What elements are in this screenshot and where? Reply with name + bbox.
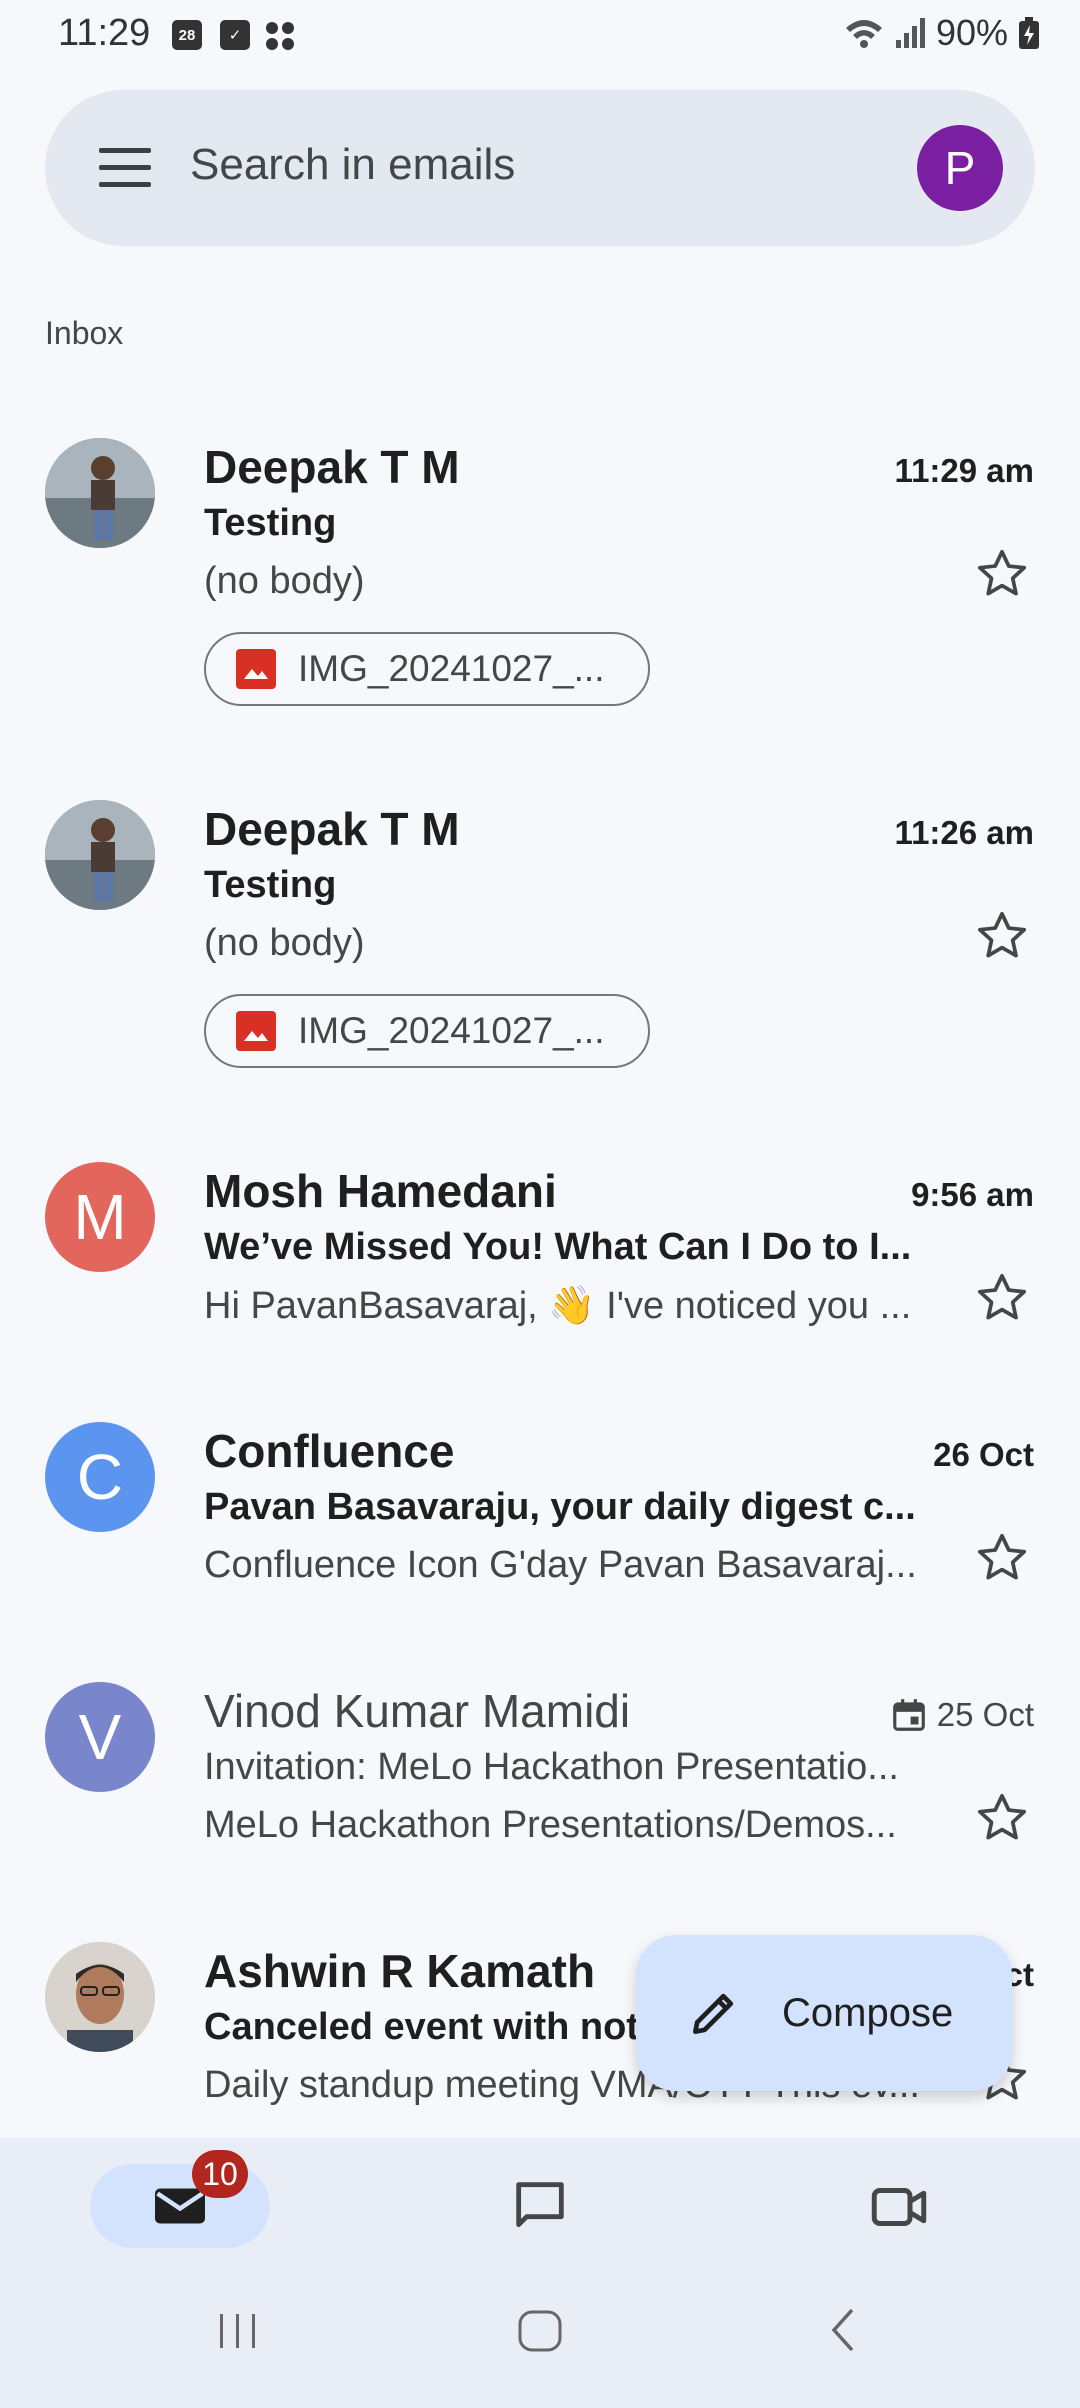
status-time: 11:29 [58, 12, 151, 54]
calendar-event-icon [893, 1699, 925, 1731]
sender-avatar: C [45, 1422, 155, 1532]
search-input[interactable]: Search in emails [190, 140, 515, 190]
account-avatar[interactable]: P [917, 125, 1003, 211]
sender-avatar: M [45, 1162, 155, 1272]
signal-icon [895, 18, 925, 48]
folder-label: Inbox [45, 315, 124, 351]
compose-button[interactable]: Compose [636, 1935, 1012, 2091]
status-right: 90% [844, 12, 1040, 54]
sender-name: Deepak T M [204, 803, 460, 855]
star-icon[interactable] [974, 1270, 1030, 1326]
home-icon[interactable] [510, 2300, 570, 2360]
email-subject: We’ve Missed You! What Can I Do to I... [204, 1226, 912, 1268]
sender-avatar-photo [45, 438, 155, 548]
bottom-navigation: 10 [0, 2138, 1080, 2408]
wifi-icon [845, 20, 882, 48]
email-time: 11:29 am [894, 452, 1034, 489]
attachment-name: IMG_20241027_... [298, 648, 605, 689]
compose-label: Compose [782, 1990, 954, 2035]
email-subject: Testing [204, 864, 337, 906]
back-icon[interactable] [814, 2300, 874, 2360]
battery-icon [1019, 17, 1039, 49]
tasks-notification-icon: ✓ [220, 20, 250, 50]
image-file-icon [236, 649, 276, 689]
sender-avatar: V [45, 1682, 155, 1792]
email-snippet: MeLo Hackathon Presentations/Demos... [204, 1804, 897, 1846]
email-snippet: (no body) [204, 560, 365, 602]
sender-name: Mosh Hamedani [204, 1165, 557, 1217]
star-icon[interactable] [974, 908, 1030, 964]
unread-count-badge: 10 [192, 2150, 248, 2198]
image-file-icon [236, 1011, 276, 1051]
email-subject: Testing [204, 502, 337, 544]
sender-avatar-photo [45, 800, 155, 910]
sender-name: Ashwin R Kamath [204, 1945, 596, 1997]
meet-video-icon[interactable] [866, 2174, 932, 2240]
star-icon[interactable] [974, 546, 1030, 602]
status-bar: 11:29 28 ✓ 90% [0, 0, 1080, 72]
recent-apps-icon[interactable] [208, 2300, 268, 2360]
email-subject: Invitation: MeLo Hackathon Presentatio..… [204, 1746, 899, 1788]
email-snippet: (no body) [204, 922, 365, 964]
sender-name: Vinod Kumar Mamidi [204, 1685, 631, 1737]
email-snippet: Confluence Icon G'day Pavan Basavaraj... [204, 1544, 917, 1586]
hamburger-menu-icon[interactable] [99, 148, 151, 188]
chat-icon[interactable] [508, 2174, 572, 2238]
email-row[interactable]: Deepak T M 11:26 am Testing (no body) IM… [0, 792, 1080, 1092]
attachment-chip[interactable]: IMG_20241027_... [204, 994, 650, 1068]
email-time: 25 Oct [936, 1696, 1034, 1733]
email-row[interactable]: Deepak T M 11:29 am Testing (no body) IM… [0, 430, 1080, 730]
email-row[interactable]: V Vinod Kumar Mamidi 25 Oct Invitation: … [0, 1674, 1080, 1884]
star-icon[interactable] [974, 1530, 1030, 1586]
sender-name: Confluence [204, 1425, 455, 1477]
attachment-chip[interactable]: IMG_20241027_... [204, 632, 650, 706]
battery-percent: 90% [935, 12, 1008, 53]
email-snippet: Hi PavanBasavaraj, 👋 I've noticed you ..… [204, 1285, 912, 1327]
calendar-notification-icon: 28 [172, 20, 202, 50]
star-icon[interactable] [974, 1790, 1030, 1846]
search-bar[interactable]: Search in emails P [45, 90, 1035, 246]
email-time: 26 Oct [933, 1436, 1034, 1473]
email-row[interactable]: M Mosh Hamedani 9:56 am We’ve Missed You… [0, 1154, 1080, 1364]
attachment-name: IMG_20241027_... [298, 1010, 605, 1051]
email-subject: Pavan Basavaraju, your daily digest c... [204, 1486, 916, 1528]
email-time: 9:56 am [911, 1176, 1034, 1213]
apps-notification-icon [264, 20, 296, 52]
pencil-icon [693, 1993, 734, 2034]
email-row[interactable]: C Confluence 26 Oct Pavan Basavaraju, yo… [0, 1414, 1080, 1624]
sender-name: Deepak T M [204, 441, 460, 493]
sender-avatar-photo [45, 1942, 155, 2052]
email-time: 11:26 am [894, 814, 1034, 851]
